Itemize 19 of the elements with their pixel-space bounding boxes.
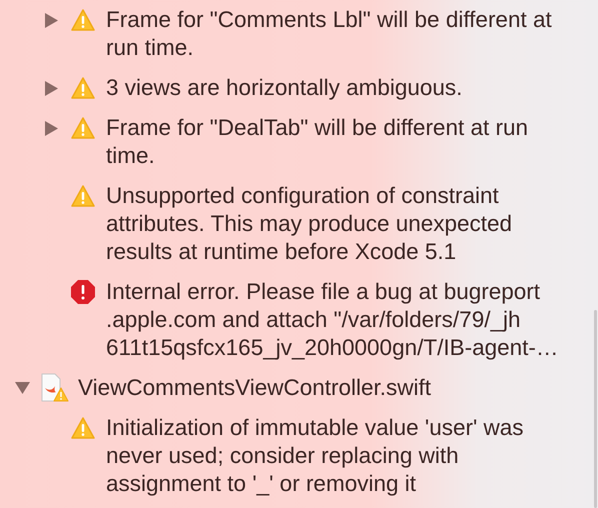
warning-message: Frame for "DealTab" will be different at run time. bbox=[106, 114, 528, 170]
collapse-triangle-icon[interactable] bbox=[15, 382, 30, 394]
warning-message: 3 views are horizontally ambiguous. bbox=[106, 74, 462, 102]
expand-triangle-icon[interactable] bbox=[45, 120, 58, 136]
error-message: Internal error. Please file a bug at bugreport .apple.com and attach "/var/folders/79/_jh 611t15qsfcx165_jv_20h0000gn/T/IB-agent-… bbox=[106, 278, 558, 362]
warning-icon bbox=[71, 417, 95, 439]
swift-file-icon bbox=[41, 373, 69, 403]
warning-message: Unsupported configuration of constraint attributes. This may produce unexpected results at runtime before Xcode 5.1 bbox=[106, 182, 512, 266]
warning-icon bbox=[71, 185, 95, 207]
warning-icon bbox=[71, 117, 95, 139]
warning-icon bbox=[71, 77, 95, 99]
scrollbar[interactable] bbox=[594, 310, 597, 508]
expand-triangle-icon[interactable] bbox=[45, 80, 58, 96]
warning-message: Frame for "Comments Lbl" will be different at run time. bbox=[106, 6, 552, 62]
file-name[interactable]: ViewCommentsViewController.swift bbox=[78, 374, 432, 402]
error-icon bbox=[71, 280, 95, 304]
warning-icon bbox=[71, 9, 95, 31]
warning-message: Initialization of immutable value 'user' was never used; consider replacing with assignment to '_' or removing it bbox=[106, 414, 524, 498]
expand-triangle-icon[interactable] bbox=[45, 12, 58, 28]
